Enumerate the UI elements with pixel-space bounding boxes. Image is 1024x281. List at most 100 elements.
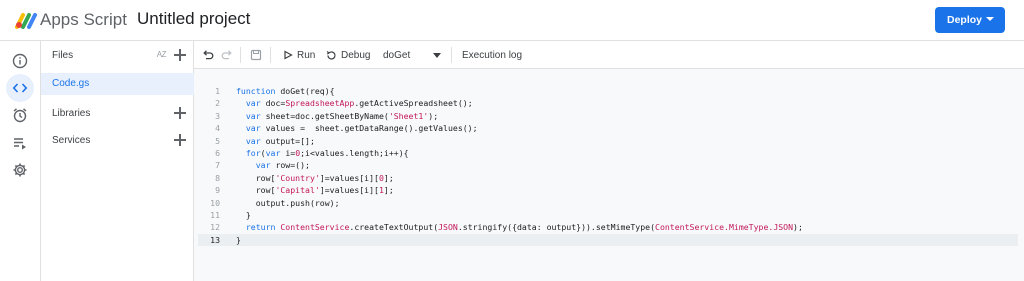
code-token: 'Capital' [275, 185, 320, 196]
line-number: 7 [215, 160, 220, 171]
files-panel: Files AZ Code.gs Libraries Services [41, 41, 194, 281]
editor-button[interactable] [6, 74, 34, 102]
line-code: var output=[]; [236, 135, 315, 147]
code-token: .getActiveSpreadsheet(); [354, 98, 473, 109]
code-line[interactable]: 12 return ContentService.createTextOutpu… [198, 221, 1018, 233]
alarm-clock-icon [13, 108, 27, 123]
add-service-plus-icon[interactable] [174, 134, 186, 146]
deploy-button[interactable]: Deploy [935, 7, 1005, 33]
code-token: ); [793, 222, 803, 233]
code-token: ]; [383, 185, 394, 196]
redo-icon [221, 50, 232, 60]
executions-button[interactable] [6, 129, 34, 157]
file-item-code-gs[interactable]: Code.gs [41, 73, 194, 95]
code-token: } [236, 209, 251, 220]
line-number: 1 [215, 86, 220, 96]
code-token: ]=values[i][ [319, 185, 379, 196]
code-line[interactable]: 11 } [198, 209, 1018, 221]
line-number: 12 [210, 222, 220, 233]
editor-toolbar: Run Debug doGet Execution log [194, 41, 1024, 69]
overview-button[interactable] [6, 47, 34, 75]
execution-log-button[interactable]: Execution log [462, 41, 522, 69]
save-button[interactable] [250, 41, 262, 69]
line-code: } [236, 209, 251, 221]
save-icon [250, 49, 262, 61]
code-token: SpreadsheetApp [285, 98, 355, 109]
code-line[interactable]: 8 row['Country']=values[i][0]; [198, 172, 1018, 184]
project-title[interactable]: Untitled project [137, 9, 250, 29]
add-library-plus-icon[interactable] [174, 107, 186, 119]
code-token: 'Sheet1' [388, 110, 429, 121]
code-token: .createTextOutput( [349, 222, 439, 233]
line-number: 5 [215, 135, 220, 146]
code-token: output=[]; [260, 135, 315, 146]
line-number: 6 [215, 147, 220, 158]
code-line[interactable]: 5 var output=[]; [198, 135, 1018, 147]
code-line[interactable]: 7 var row=(); [198, 159, 1018, 171]
undo-button[interactable] [202, 41, 214, 69]
redo-button[interactable] [221, 41, 233, 69]
settings-button[interactable] [6, 156, 34, 184]
code-line[interactable]: 13} [198, 233, 1018, 247]
apps-script-logo-icon[interactable] [14, 10, 38, 30]
function-select-value: doGet [383, 49, 411, 61]
files-label: Files [52, 50, 74, 61]
deploy-label: Deploy [947, 14, 983, 26]
code-line[interactable]: 4 var values = sheet.getDataRange().getV… [198, 122, 1018, 134]
code-line[interactable]: 9 row['Capital']=values[i][1]; [198, 184, 1018, 196]
code-token: var [265, 147, 281, 158]
code-line[interactable]: 6 for(var i=0;i<values.length;i++){ [198, 147, 1018, 159]
code-token: row[ [236, 185, 276, 196]
left-nav-rail [0, 41, 41, 281]
function-select[interactable]: doGet [383, 41, 410, 69]
line-number: 2 [215, 98, 220, 109]
line-code: row['Country']=values[i][0]; [236, 172, 394, 184]
chevron-down-icon[interactable] [433, 53, 441, 58]
line-code: row['Capital']=values[i][1]; [236, 184, 394, 196]
toolbar-divider [451, 47, 452, 63]
add-file-plus-icon[interactable] [174, 49, 186, 61]
line-number: 4 [215, 123, 220, 134]
debug-button[interactable]: Debug [326, 41, 370, 69]
triggers-button[interactable] [6, 101, 34, 129]
files-header: Files AZ [41, 43, 194, 69]
file-name: Code.gs [52, 78, 90, 89]
toolbar-divider [270, 47, 271, 63]
code-token: var [245, 135, 261, 146]
code-token: output.push(row); [236, 197, 340, 208]
code-token: var [245, 98, 261, 109]
code-lines[interactable]: 1 function doGet(req){2 var doc=Spreadshe… [198, 85, 1018, 247]
code-token: ContentService.MimeType.JSON [655, 222, 794, 233]
line-number: 11 [210, 209, 220, 220]
code-line[interactable]: 1 function doGet(req){ [198, 85, 1018, 97]
line-number: 10 [210, 197, 220, 208]
code-token: .stringify({data: output})).setMimeType( [457, 222, 656, 233]
code-line[interactable]: 3 var sheet=doc.getSheetByName('Sheet1')… [198, 110, 1018, 122]
sort-az-icon[interactable]: AZ [157, 50, 167, 59]
code-token: ]=values[i][ [319, 172, 379, 183]
libraries-label: Libraries [52, 108, 91, 119]
line-code: var sheet=doc.getSheetByName('Sheet1'); [236, 110, 438, 122]
top-bar: Apps Script Untitled project Deploy [0, 0, 1024, 41]
code-token: sheet=doc.getSheetByName( [260, 110, 389, 121]
line-number: 8 [215, 172, 220, 183]
line-code: for(var i=0;i<values.length;i++){ [236, 147, 409, 159]
services-label: Services [52, 135, 91, 146]
code-token: row=(); [270, 160, 310, 171]
code-token: for [245, 147, 261, 158]
code-line[interactable]: 2 var doc=SpreadsheetApp.getActiveSpread… [198, 97, 1018, 109]
code-token: var [255, 160, 271, 171]
code-token: var [245, 123, 261, 134]
code-editor[interactable]: 1 function doGet(req){2 var doc=Spreadshe… [194, 69, 1024, 281]
app-name: Apps Script [40, 10, 127, 29]
code-line[interactable]: 10 output.push(row); [198, 197, 1018, 209]
undo-icon [203, 50, 214, 60]
line-number: 3 [215, 110, 220, 121]
run-button[interactable]: Run [283, 41, 315, 69]
code-token: } [236, 234, 241, 245]
playlist-icon [14, 138, 26, 150]
